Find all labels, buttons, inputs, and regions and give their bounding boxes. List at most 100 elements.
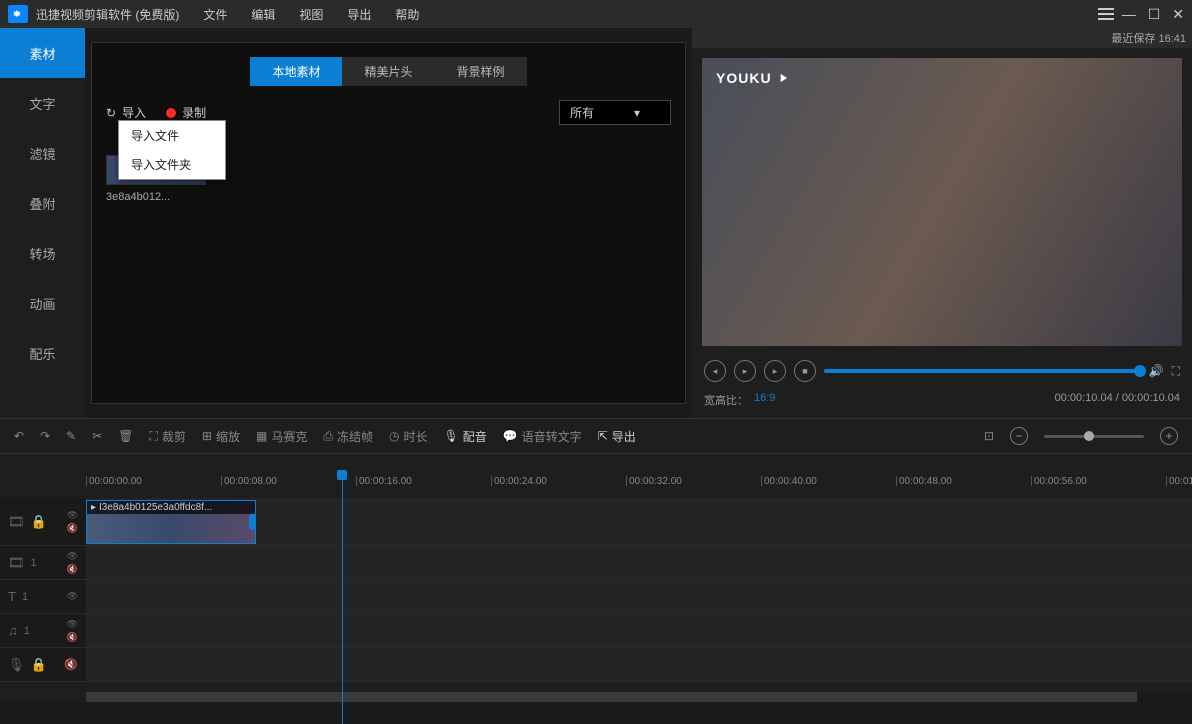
menu-file[interactable]: 文件 [203,6,227,23]
track-number: 1 [31,557,37,569]
video-track-body[interactable]: ▸ I3e8a4b0125e3a0ffdc8f... [86,498,1192,545]
playhead-handle[interactable] [337,470,347,480]
media-tab-intro[interactable]: 精美片头 [342,57,434,86]
progress-handle[interactable] [1134,365,1146,377]
ruler-mark: 00:00:16.00 [356,476,412,486]
mosaic-tool[interactable]: ▦ 马赛克 [256,428,307,445]
video-track-icon: 🎞 [8,514,25,530]
voice-track-body[interactable] [86,648,1192,681]
record-button[interactable]: 录制 [166,104,206,121]
import-button[interactable]: ↻ 导入 [106,104,146,121]
zoom-slider[interactable] [1044,435,1144,438]
delete-icon[interactable]: 🗑 [118,429,133,443]
mute-icon[interactable]: 🔇 [64,658,78,671]
text-track-icon: T [8,589,16,604]
record-icon [166,108,176,118]
undo-button[interactable]: ↶ [14,429,24,443]
clip-handle-right[interactable] [249,514,256,530]
zoom-slider-handle[interactable] [1084,431,1094,441]
play-button[interactable]: ▸ [734,360,756,382]
overlay-track-body[interactable] [86,546,1192,579]
scale-tool[interactable]: ⊞ 缩放 [202,428,240,445]
crop-tool[interactable]: ⛶ 裁剪 [149,428,185,445]
edit-icon[interactable]: ✎ [66,429,76,443]
text-track-body[interactable] [86,580,1192,613]
minimize-button[interactable]: — [1122,6,1136,22]
video-clip[interactable]: ▸ I3e8a4b0125e3a0ffdc8f... [86,500,256,544]
media-tab-local[interactable]: 本地素材 [250,57,342,86]
eye-icon[interactable]: 👁 [67,551,78,562]
stt-tool[interactable]: 💬 语音转文字 [503,428,582,445]
mute-icon[interactable]: 🔇 [67,564,78,575]
ruler-mark: 00:00:48.00 [896,476,952,486]
progress-bar[interactable] [824,369,1141,373]
ruler-mark: 00:00:32.00 [626,476,682,486]
tab-filter[interactable]: 滤镜 [0,128,85,178]
app-icon [8,5,28,23]
tab-text[interactable]: 文字 [0,78,85,128]
audio-track-body[interactable] [86,614,1192,647]
import-file-item[interactable]: 导入文件 [119,121,225,150]
eye-icon[interactable]: 👁 [67,619,78,630]
lock-icon[interactable]: 🔒 [31,657,47,673]
maximize-button[interactable]: ☐ [1148,6,1161,23]
export-tool[interactable]: ⇱ 导出 [598,428,636,445]
next-frame-button[interactable]: ▸ [764,360,786,382]
media-tabs: 本地素材 精美片头 背景样例 [106,57,671,86]
menu-view[interactable]: 视图 [299,6,323,23]
cut-icon[interactable]: ✂ [92,429,102,443]
timeline-ruler[interactable]: 00:00:00.0000:00:08.0000:00:16.0000:00:2… [86,474,1192,498]
text-track: T1 👁 [0,580,1192,614]
filter-label: 所有 [570,104,594,121]
freeze-tool[interactable]: ⎙ 冻结帧 [323,428,373,445]
import-label: 导入 [122,104,146,121]
mute-icon[interactable]: 🔇 [67,523,78,534]
ruler-mark: 00:00:08.00 [221,476,277,486]
tab-transition[interactable]: 转场 [0,228,85,278]
media-panel: 本地素材 精美片头 背景样例 ↻ 导入 录制 所有 ▾ 3e8a4b012... [91,42,686,404]
chevron-down-icon: ▾ [634,106,640,120]
audio-tool[interactable]: 🎙 配音 [443,428,486,445]
mute-icon[interactable]: 🔇 [67,632,78,643]
mic-track-icon: 🎙 [8,657,25,673]
record-label: 录制 [182,104,206,121]
tab-material[interactable]: 素材 [0,28,85,78]
tab-music[interactable]: 配乐 [0,328,85,378]
overlay-track: 🎞1👁🔇 [0,546,1192,580]
time-total: 00:00:10.04 [1122,392,1180,408]
preview-controls: ◂ ▸ ▸ ■ 🔊 ⛶ [692,356,1192,386]
preview-video[interactable]: YOUKU [702,58,1182,346]
duration-tool[interactable]: ◷ 时长 [389,428,428,445]
zoom-out-button[interactable]: − [1010,427,1028,445]
ruler-mark: 00:01 [1166,476,1192,486]
hamburger-icon[interactable] [1098,8,1114,20]
close-button[interactable]: ✕ [1172,6,1184,23]
stop-button[interactable]: ■ [794,360,816,382]
menu-export[interactable]: 导出 [347,6,371,23]
aspect-value[interactable]: 16:9 [754,392,775,408]
import-folder-item[interactable]: 导入文件夹 [119,150,225,179]
timeline: 00:00:00.0000:00:08.0000:00:16.0000:00:2… [0,454,1192,702]
media-tab-bg[interactable]: 背景样例 [435,57,527,86]
redo-button[interactable]: ↷ [40,429,50,443]
eye-icon[interactable]: 👁 [67,510,78,521]
eye-icon[interactable]: 👁 [67,591,78,602]
volume-icon[interactable]: 🔊 [1149,364,1164,378]
zoom-in-button[interactable]: + [1160,427,1178,445]
lock-icon[interactable]: 🔒 [31,514,47,530]
prev-frame-button[interactable]: ◂ [704,360,726,382]
filter-select[interactable]: 所有 ▾ [559,100,671,125]
tab-overlay[interactable]: 叠附 [0,178,85,228]
tab-animation[interactable]: 动画 [0,278,85,328]
video-track: 🎞 🔒 👁 🔇 ▸ I3e8a4b0125e3a0ffdc8f... [0,498,1192,546]
menu-help[interactable]: 帮助 [395,6,419,23]
scrollbar-thumb[interactable] [86,692,1137,702]
track-number: 1 [22,591,28,603]
horizontal-scrollbar[interactable] [86,692,1192,702]
menu-edit[interactable]: 编辑 [251,6,275,23]
playhead[interactable] [342,474,343,724]
fullscreen-icon[interactable]: ⛶ [1172,364,1180,379]
fit-icon[interactable]: ⊡ [984,429,994,443]
audio-track: ♫1👁🔇 [0,614,1192,648]
import-dropdown: 导入文件 导入文件夹 [118,120,226,180]
